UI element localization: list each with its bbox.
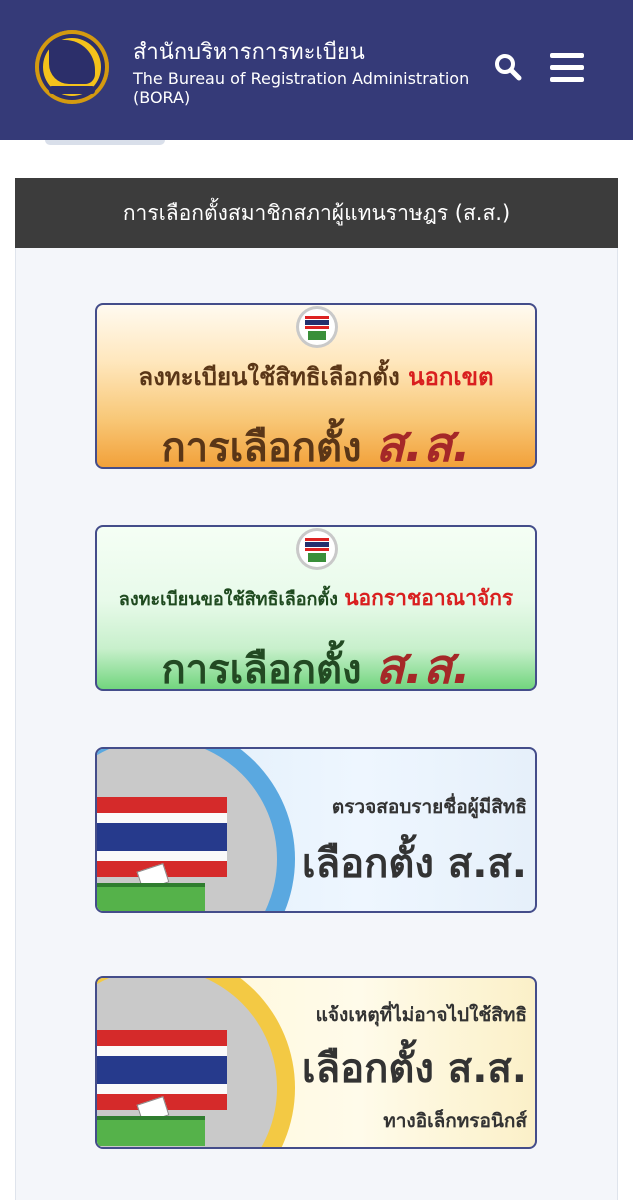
banner-heading: ลงทะเบียนใช้สิทธิเลือกตั้ง นอกเขต <box>97 357 535 396</box>
flag-white-stripe <box>97 813 227 823</box>
banner-title: การเลือกตั้ง ส.ส. <box>97 407 535 469</box>
banner-line1: แจ้งเหตุที่ไม่อาจไปใช้สิทธิ <box>315 1004 527 1026</box>
banner-highlight: นอกราชอาณาจักร <box>344 586 514 610</box>
flag-red-stripe <box>97 797 227 813</box>
flag-blue-stripe <box>97 823 227 851</box>
banner-line2: การเลือกตั้ง <box>161 647 362 691</box>
flag-white-stripe <box>97 851 227 861</box>
search-icon[interactable] <box>494 53 522 81</box>
banner-line1: ลงทะเบียนใช้สิทธิเลือกตั้ง <box>138 363 400 391</box>
banner-line3: ทางอิเล็กทรอนิกส์ <box>383 1110 527 1132</box>
site-title-english[interactable]: The Bureau of Registration Administratio… <box>133 69 473 107</box>
top-header: สำนักบริหารการทะเบียน The Bureau of Regi… <box>0 0 633 140</box>
banner-heading: ลงทะเบียนขอใช้สิทธิเลือกตั้ง นอกราชอาณาจ… <box>97 582 535 615</box>
banner-line2: เลือกตั้ง ส.ส. <box>301 841 527 887</box>
menu-bar <box>550 53 584 58</box>
banner-line1: ลงทะเบียนขอใช้สิทธิเลือกตั้ง <box>118 589 338 610</box>
flag-red-stripe <box>97 1030 227 1046</box>
logo-band <box>49 86 95 94</box>
banner-line2: การเลือกตั้ง <box>161 425 362 469</box>
banner-line2: เลือกตั้ง ส.ส. <box>301 1046 527 1092</box>
register-abroad-banner[interactable]: ลงทะเบียนขอใช้สิทธิเลือกตั้ง นอกราชอาณาจ… <box>95 525 537 691</box>
banner-mp-label: ส.ส. <box>375 417 471 469</box>
check-voter-list-banner[interactable]: ตรวจสอบรายชื่อผู้มีสิทธิ เลือกตั้ง ส.ส. <box>95 747 537 913</box>
menu-bar <box>550 65 584 70</box>
site-title-thai[interactable]: สำนักบริหารการทะเบียน <box>133 34 365 69</box>
header-tab-decoration <box>45 140 165 145</box>
menu-bar <box>550 77 584 82</box>
flag-white-stripe <box>97 1046 227 1056</box>
hamburger-menu-icon[interactable] <box>550 53 584 83</box>
flag-white-stripe <box>97 1084 227 1094</box>
banner-mp-label: ส.ส. <box>375 639 471 691</box>
section-title: การเลือกตั้งสมาชิกสภาผู้แทนราษฎร (ส.ส.) <box>15 178 618 248</box>
report-unable-to-vote-banner[interactable]: แจ้งเหตุที่ไม่อาจไปใช้สิทธิ เลือกตั้ง ส.… <box>95 976 537 1149</box>
flag-blue-stripe <box>97 1056 227 1084</box>
ballot-box-icon <box>97 1116 205 1146</box>
flag-ballot-emblem-icon <box>299 309 335 345</box>
banner-title: การเลือกตั้ง ส.ส. <box>97 629 535 691</box>
banner-line1: ตรวจสอบรายชื่อผู้มีสิทธิ <box>331 796 527 818</box>
ballot-box-icon <box>97 883 205 911</box>
register-out-of-district-banner[interactable]: ลงทะเบียนใช้สิทธิเลือกตั้ง นอกเขต การเลื… <box>95 303 537 469</box>
logo-emblem <box>49 40 95 84</box>
banner-highlight: นอกเขต <box>408 363 494 391</box>
flag-ballot-emblem-icon <box>299 531 335 567</box>
bora-logo[interactable] <box>35 30 109 104</box>
